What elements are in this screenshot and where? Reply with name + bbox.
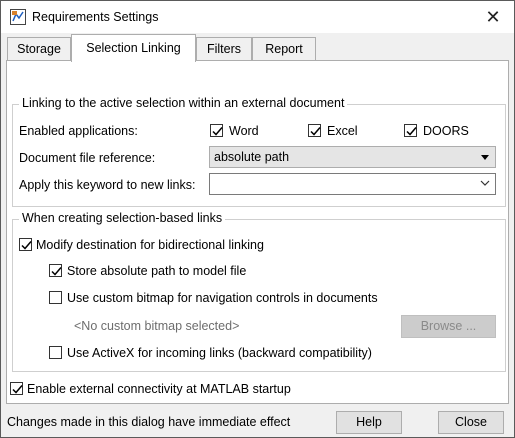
browse-label: Browse ... xyxy=(420,319,477,333)
store-absolute-path-checkbox[interactable] xyxy=(49,264,62,277)
modify-destination-checkbox[interactable] xyxy=(19,238,32,251)
keyword-label: Apply this keyword to new links: xyxy=(19,178,196,192)
browse-button[interactable]: Browse ... xyxy=(401,315,496,338)
help-button[interactable]: Help xyxy=(336,411,402,434)
custom-bitmap-checkbox[interactable] xyxy=(49,291,62,304)
custom-bitmap-label: Use custom bitmap for navigation control… xyxy=(67,291,378,305)
tab-filters[interactable]: Filters xyxy=(196,37,252,61)
tab-selection-linking[interactable]: Selection Linking xyxy=(71,34,196,62)
doors-checkbox[interactable] xyxy=(404,124,417,137)
bitmap-placeholder: <No custom bitmap selected> xyxy=(74,319,240,333)
tab-label: Filters xyxy=(206,42,242,56)
word-label: Word xyxy=(229,124,259,138)
excel-label: Excel xyxy=(327,124,358,138)
close-label: Close xyxy=(455,415,487,429)
selection-based-links-group: When creating selection-based links Modi… xyxy=(12,211,506,372)
doc-ref-label: Document file reference: xyxy=(19,151,156,165)
keyword-input[interactable] xyxy=(209,173,496,195)
excel-checkbox[interactable] xyxy=(308,124,321,137)
doors-label: DOORS xyxy=(423,124,469,138)
activex-checkbox[interactable] xyxy=(49,346,62,359)
activex-label: Use ActiveX for incoming links (backward… xyxy=(67,346,372,360)
tab-label: Report xyxy=(265,42,303,56)
simulink-icon xyxy=(10,9,26,25)
group-legend: When creating selection-based links xyxy=(19,211,226,225)
group-legend: Linking to the active selection within a… xyxy=(19,96,348,110)
enabled-apps-label: Enabled applications: xyxy=(19,124,138,138)
tab-panel: Linking to the active selection within a… xyxy=(6,60,509,404)
tab-strip: Storage Selection Linking Filters Report xyxy=(1,33,514,62)
chevron-down-icon xyxy=(480,180,490,186)
doc-ref-value: absolute path xyxy=(214,150,290,164)
tab-storage[interactable]: Storage xyxy=(7,37,71,61)
requirements-settings-dialog: Requirements Settings ✕ Storage Selectio… xyxy=(0,0,515,438)
close-button[interactable]: Close xyxy=(438,411,504,434)
external-document-group: Linking to the active selection within a… xyxy=(12,96,506,207)
dropdown-arrow-icon xyxy=(481,155,489,160)
tab-report[interactable]: Report xyxy=(252,37,316,61)
tab-label: Storage xyxy=(17,42,61,56)
word-checkbox[interactable] xyxy=(210,124,223,137)
modify-destination-label: Modify destination for bidirectional lin… xyxy=(36,238,264,252)
tab-label: Selection Linking xyxy=(86,41,181,55)
close-icon[interactable]: ✕ xyxy=(478,4,508,30)
doc-ref-dropdown[interactable]: absolute path xyxy=(209,146,496,168)
title-bar: Requirements Settings ✕ xyxy=(1,1,514,33)
window-title: Requirements Settings xyxy=(32,10,159,24)
store-absolute-path-label: Store absolute path to model file xyxy=(67,264,247,278)
status-text: Changes made in this dialog have immedia… xyxy=(7,415,291,429)
help-label: Help xyxy=(356,415,382,429)
enable-external-connectivity-checkbox[interactable] xyxy=(10,382,23,395)
enable-external-connectivity-label: Enable external connectivity at MATLAB s… xyxy=(27,382,291,396)
